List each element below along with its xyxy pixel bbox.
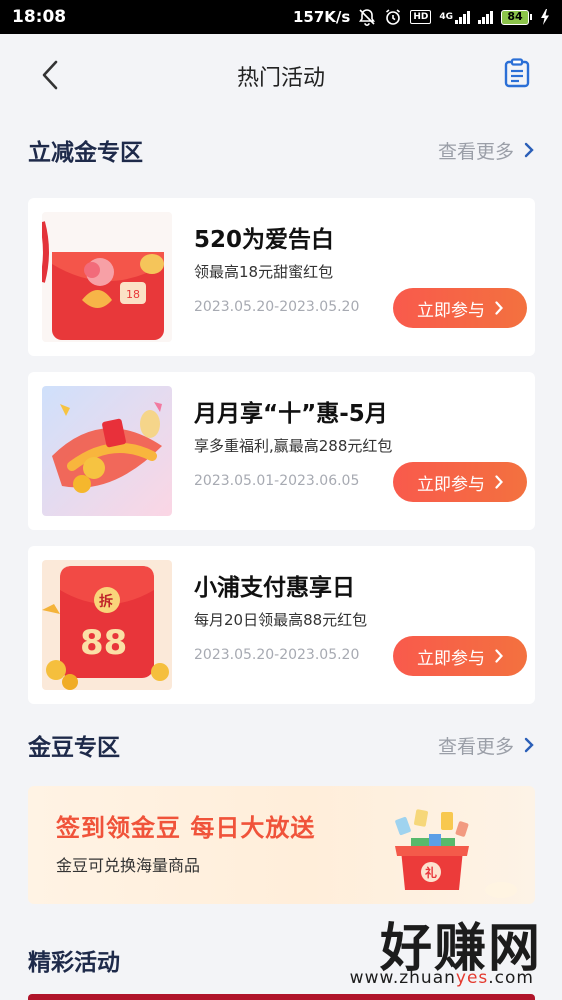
- gift-box-image: 礼: [371, 794, 521, 898]
- discount-see-more-link[interactable]: 查看更多: [438, 137, 534, 164]
- signal-4g-icon: 4G: [439, 10, 470, 24]
- chevron-right-icon: [524, 737, 534, 753]
- bean-banner-title: 签到领金豆 每日大放送: [56, 814, 316, 842]
- discount-section-title: 立减金专区: [28, 140, 143, 166]
- join-button-label: 立即参与: [417, 648, 485, 668]
- bean-banner-subtitle: 金豆可兑换海量商品: [56, 856, 201, 875]
- chevron-right-icon: [495, 649, 503, 663]
- packet-badge-text: 拆: [99, 593, 113, 610]
- activity-date: 2023.05.01-2023.06.05: [194, 473, 360, 489]
- activity-date: 2023.05.20-2023.05.20: [194, 647, 360, 663]
- status-time: 18:08: [12, 7, 67, 27]
- ribbon-coins-image: [42, 386, 172, 516]
- clipboard-icon: [504, 58, 530, 88]
- packet-number-text: 88: [80, 623, 127, 663]
- signal-bars-icon: [478, 10, 493, 24]
- svg-text:18: 18: [126, 288, 140, 301]
- red-envelope-gift-image: 18: [42, 212, 172, 342]
- chevron-right-icon: [495, 475, 503, 489]
- activity-desc: 每月20日领最高88元红包: [194, 611, 368, 629]
- activity-card-payday[interactable]: 拆 88 小浦支付惠享日 每月20日领最高88元红包 2023.05.20-20…: [28, 546, 535, 704]
- bean-signin-banner[interactable]: 签到领金豆 每日大放送 金豆可兑换海量商品 礼: [28, 786, 535, 904]
- bean-section-title: 金豆专区: [28, 735, 120, 761]
- activity-title: 月月享“十”惠-5月: [194, 401, 388, 427]
- activity-desc: 领最高18元甜蜜红包: [194, 263, 334, 281]
- network-type: 4G: [439, 11, 453, 22]
- join-button[interactable]: 立即参与: [393, 288, 527, 328]
- join-button-label: 立即参与: [417, 300, 485, 320]
- chevron-right-icon: [495, 301, 503, 315]
- featured-banner-top[interactable]: [28, 994, 535, 1000]
- net-speed: 157K/s: [292, 8, 351, 26]
- mute-bell-icon: [358, 8, 376, 26]
- page-title: 热门活动: [236, 66, 325, 91]
- activity-card-monthly[interactable]: 月月享“十”惠-5月 享多重福利,赢最高288元红包 2023.05.01-20…: [28, 372, 535, 530]
- discount-section-header: 立减金专区 查看更多: [0, 130, 562, 170]
- activity-title: 520为爱告白: [194, 227, 335, 253]
- featured-section-header: 精彩活动: [0, 940, 562, 980]
- alarm-icon: [384, 8, 402, 26]
- bean-section-header: 金豆专区 查看更多: [0, 725, 562, 765]
- chevron-right-icon: [524, 142, 534, 158]
- hd-badge: HD: [410, 10, 432, 24]
- red-packet-88-image: 拆 88: [42, 560, 172, 690]
- see-more-label: 查看更多: [437, 735, 514, 758]
- join-button[interactable]: 立即参与: [393, 636, 527, 676]
- gift-label: 礼: [425, 865, 437, 880]
- charging-icon: [540, 8, 550, 26]
- activity-date: 2023.05.20-2023.05.20: [194, 299, 360, 315]
- clipboard-button[interactable]: [504, 58, 530, 88]
- activity-card-520[interactable]: 18 520为爱告白 领最高18元甜蜜红包 2023.05.20-2023.05…: [28, 198, 535, 356]
- status-icons: 157K/s HD 4G 84: [293, 8, 550, 26]
- join-button-label: 立即参与: [417, 474, 485, 494]
- battery-icon: 84: [501, 9, 532, 25]
- activity-title: 小浦支付惠享日: [194, 575, 355, 601]
- battery-level: 84: [501, 9, 529, 25]
- bean-see-more-link[interactable]: 查看更多: [438, 732, 534, 759]
- join-button[interactable]: 立即参与: [393, 462, 527, 502]
- status-bar: 18:08 157K/s HD 4G 84: [0, 0, 562, 34]
- featured-section-title: 精彩活动: [28, 950, 120, 976]
- see-more-label: 查看更多: [437, 140, 514, 163]
- nav-bar: 热门活动: [0, 34, 562, 116]
- activity-desc: 享多重福利,赢最高288元红包: [194, 437, 393, 455]
